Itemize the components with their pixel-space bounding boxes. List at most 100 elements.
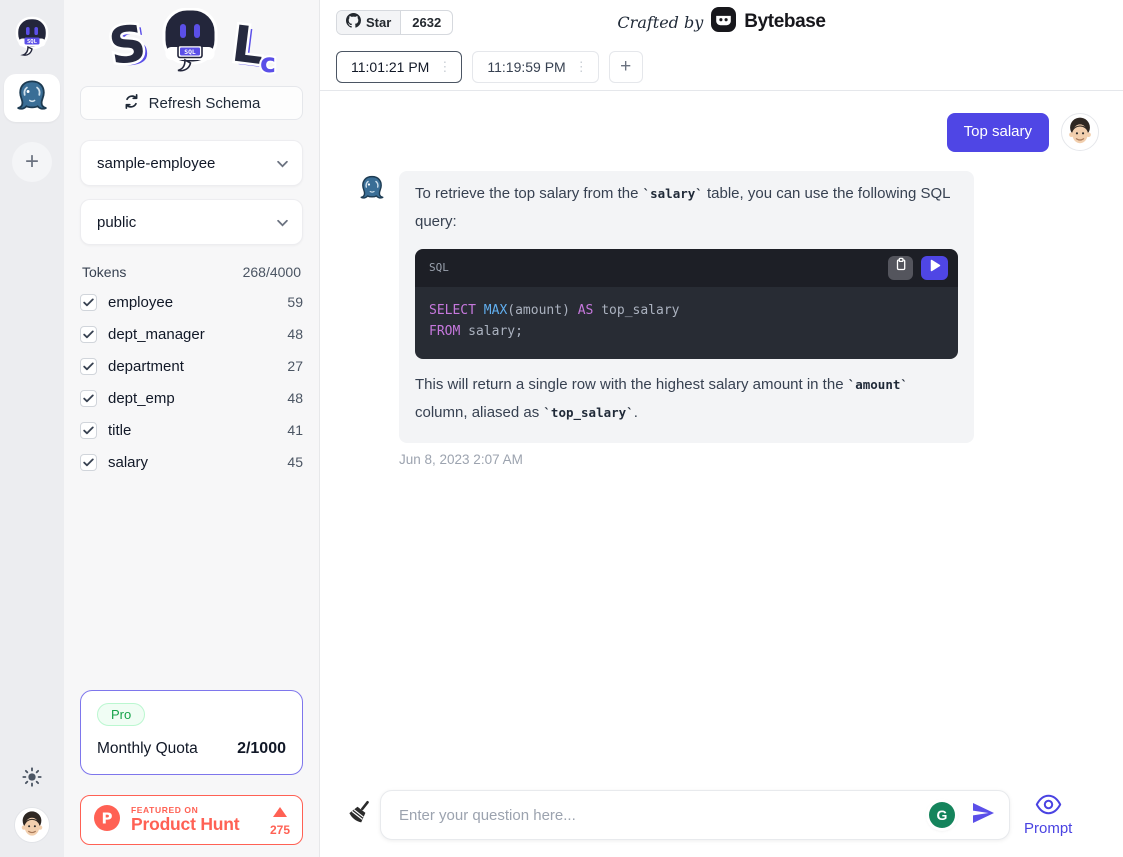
refresh-icon — [123, 93, 140, 114]
chat-empty-space — [344, 467, 1099, 790]
connection-postgres-active[interactable] — [4, 74, 60, 122]
schema-select-value: public — [97, 214, 136, 231]
assistant-avatar-postgresql-icon — [358, 174, 386, 207]
prompt-button[interactable]: Prompt — [1024, 794, 1072, 837]
question-input-wrap: G — [380, 790, 1010, 840]
upvote-triangle-icon — [273, 804, 287, 822]
composer: G Prompt — [320, 790, 1123, 857]
play-icon — [929, 254, 941, 282]
conversation-tab-label: 11:19:59 PM — [487, 59, 565, 75]
svg-text:P: P — [102, 809, 113, 827]
user-avatar — [1061, 113, 1099, 151]
table-token-count: 41 — [287, 422, 303, 438]
table-name: salary — [108, 454, 148, 471]
assistant-outro-text: This will return a single row with the h… — [415, 371, 958, 427]
github-star-count: 2632 — [401, 11, 452, 34]
sqlchat-bot-button[interactable]: SQL — [12, 16, 52, 60]
schema-select[interactable]: public — [80, 199, 303, 245]
table-name: department — [108, 358, 184, 375]
clipboard-icon — [894, 254, 908, 282]
connection-rail: SQL + — [0, 0, 64, 857]
table-token-count: 27 — [287, 358, 303, 374]
table-token-count: 48 — [287, 326, 303, 342]
table-row: employee 59 — [80, 286, 303, 318]
table-name: title — [108, 422, 131, 439]
clear-conversation-button[interactable] — [344, 797, 374, 833]
github-star-label: Star — [366, 15, 391, 30]
user-avatar-rail[interactable] — [14, 807, 50, 843]
quota-label: Monthly Quota — [97, 740, 198, 758]
table-checkbox[interactable] — [80, 294, 97, 311]
table-name: dept_manager — [108, 326, 205, 343]
run-query-button[interactable] — [921, 256, 948, 280]
product-hunt-logo-icon: P — [93, 804, 121, 837]
table-row: dept_emp 48 — [80, 382, 303, 414]
code-language-label: SQL — [429, 258, 449, 279]
tab-more-icon[interactable]: ⋮ — [436, 59, 453, 75]
table-token-count: 48 — [287, 390, 303, 406]
sqlchat-logo: S S SQL L L c — [80, 8, 303, 76]
eye-icon — [1035, 794, 1062, 819]
theme-toggle-button[interactable] — [16, 763, 48, 795]
table-row: department 27 — [80, 350, 303, 382]
send-button[interactable] — [967, 799, 999, 831]
table-checkbox[interactable] — [80, 390, 97, 407]
send-arrow-icon — [970, 800, 996, 831]
table-name: dept_emp — [108, 390, 175, 407]
connection-select-value: sample-employee — [97, 155, 215, 172]
prompt-label: Prompt — [1024, 820, 1072, 837]
crafted-by-label: Crafted by — [617, 13, 703, 32]
svg-text:c: c — [260, 48, 276, 76]
connection-select[interactable]: sample-employee — [80, 140, 303, 186]
bytebase-logo-icon — [711, 7, 736, 37]
assistant-intro-text: To retrieve the top salary from the `sal… — [415, 180, 958, 236]
assistant-message-bubble: To retrieve the top salary from the `sal… — [399, 171, 974, 443]
tokens-header: Tokens 268/4000 — [82, 264, 301, 280]
sqlchat-bot-icon: SQL — [12, 14, 52, 63]
conversation-tab-active[interactable]: 11:01:21 PM ⋮ — [336, 51, 462, 83]
table-row: title 41 — [80, 414, 303, 446]
product-hunt-name: Product Hunt — [131, 815, 239, 834]
chevron-down-icon — [277, 214, 288, 231]
sidebar: S S SQL L L c R — [64, 0, 320, 857]
svg-text:SQL: SQL — [184, 48, 196, 56]
table-token-list: employee 59 dept_manager 48 department 2… — [80, 286, 303, 478]
chevron-down-icon — [277, 155, 288, 172]
table-row: dept_manager 48 — [80, 318, 303, 350]
sun-icon — [21, 766, 43, 793]
table-row: salary 45 — [80, 446, 303, 478]
conversation-tab-label: 11:01:21 PM — [351, 59, 429, 75]
table-name: employee — [108, 294, 173, 311]
quota-card: Pro Monthly Quota 2/1000 — [80, 690, 303, 775]
new-conversation-button[interactable]: + — [609, 51, 643, 83]
quota-value: 2/1000 — [237, 740, 286, 758]
assistant-message-row: To retrieve the top salary from the `sal… — [344, 171, 1099, 443]
tokens-usage: 268/4000 — [243, 264, 301, 280]
sql-code-block: SQL — [415, 249, 958, 359]
product-hunt-votes: 275 — [270, 823, 290, 837]
add-connection-button[interactable]: + — [12, 142, 52, 182]
copy-code-button[interactable] — [888, 256, 913, 280]
conversation-tabs: 11:01:21 PM ⋮ 11:19:59 PM ⋮ + — [320, 44, 1123, 90]
table-checkbox[interactable] — [80, 422, 97, 439]
refresh-schema-label: Refresh Schema — [149, 95, 261, 112]
svg-text:SQL: SQL — [27, 39, 38, 45]
tab-more-icon[interactable]: ⋮ — [573, 59, 590, 75]
table-token-count: 59 — [287, 294, 303, 310]
grammarly-icon[interactable]: G — [929, 802, 955, 828]
table-checkbox[interactable] — [80, 358, 97, 375]
refresh-schema-button[interactable]: Refresh Schema — [80, 86, 303, 120]
postgresql-icon — [14, 78, 50, 119]
product-hunt-badge[interactable]: P FEATURED ON Product Hunt 275 — [80, 795, 303, 845]
github-star-button[interactable]: Star 2632 — [336, 10, 453, 35]
pro-badge: Pro — [97, 703, 145, 726]
table-checkbox[interactable] — [80, 326, 97, 343]
user-message-row: Top salary — [344, 113, 1099, 152]
main-panel: Star 2632 Crafted by Bytebase 11:01:21 P… — [320, 0, 1123, 857]
chat-area[interactable]: Top salary — [320, 91, 1123, 790]
table-checkbox[interactable] — [80, 454, 97, 471]
question-input[interactable] — [397, 806, 929, 825]
top-bar: Star 2632 Crafted by Bytebase — [320, 0, 1123, 44]
conversation-tab[interactable]: 11:19:59 PM ⋮ — [472, 51, 598, 83]
sql-code[interactable]: SELECT MAX(amount) AS top_salaryFROM sal… — [415, 287, 958, 359]
